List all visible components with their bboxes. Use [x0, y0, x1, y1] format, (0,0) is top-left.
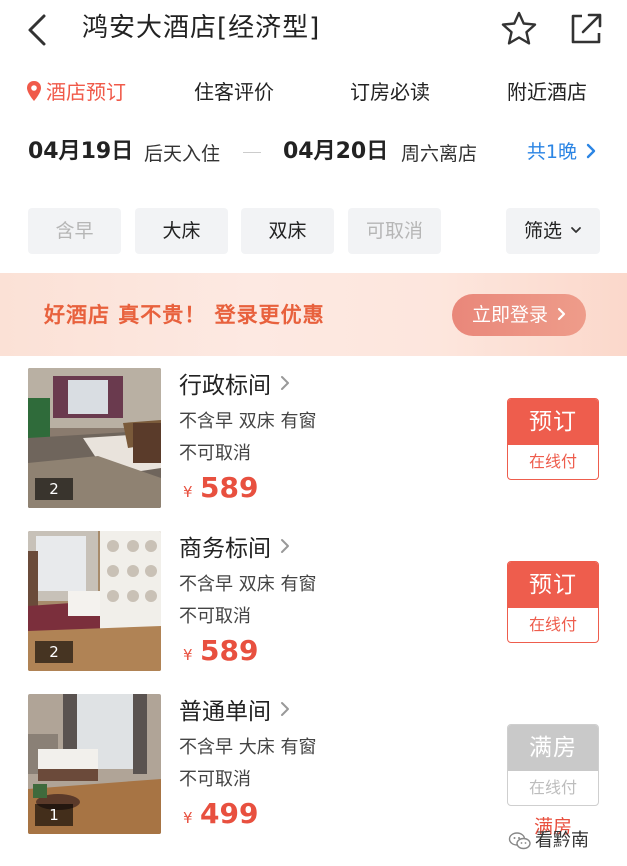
location-pin-icon [27, 81, 41, 101]
room-cancel-policy: 不可取消 [179, 443, 251, 464]
hotel-title: 鸿安大酒店[经济型] [82, 13, 321, 43]
checkin-label: 后天入住 [144, 143, 221, 165]
chip-king-bed[interactable]: 大床 [135, 208, 228, 254]
pay-online-label: 在线付 [528, 778, 577, 797]
chip-breakfast[interactable]: 含早 [28, 208, 121, 254]
book-button[interactable]: 预订 在线付 [507, 561, 599, 643]
room-price: 499 [200, 797, 259, 830]
checkout-date: 04月20日 [283, 139, 389, 164]
room-photo[interactable]: 1 [28, 694, 161, 834]
checkout-label: 周六离店 [401, 143, 478, 165]
room-name-label: 行政标间 [179, 373, 271, 399]
room-name[interactable]: 行政标间 [179, 368, 290, 404]
room-features: 不含早 大床 有窗 [179, 737, 317, 758]
chevron-right-icon [586, 143, 596, 159]
room-card[interactable]: 1 普通单间 不含早 大床 有窗 不可取消 ¥ 499 满房 在线付 满房 [0, 694, 627, 838]
tab-label: 酒店预订 [46, 80, 126, 104]
pay-online-label: 在线付 [528, 452, 577, 471]
room-name[interactable]: 普通单间 [179, 694, 290, 730]
wechat-logo-icon [508, 832, 531, 850]
room-name-label: 普通单间 [179, 699, 271, 725]
star-favorite-icon[interactable] [500, 10, 538, 48]
login-promo-banner: 好酒店 真不贵！ 登录更优惠 立即登录 [0, 273, 627, 356]
tab-booking-notes[interactable]: 订房必读 [350, 72, 430, 112]
chip-cancellable[interactable]: 可取消 [348, 208, 441, 254]
photo-count-badge: 2 [35, 641, 73, 663]
room-features: 不含早 双床 有窗 [179, 574, 317, 595]
hotel-tabs: 酒店预订 住客评价 订房必读 附近酒店 [0, 72, 627, 112]
date-divider [243, 152, 261, 153]
chevron-right-icon [557, 307, 566, 321]
book-label: 预订 [508, 562, 598, 608]
nights-label: 共1晚 [526, 141, 577, 163]
date-selector[interactable]: 04月19日 后天入住 04月20日 周六离店 共1晚 [0, 130, 627, 174]
tab-nearby-hotels[interactable]: 附近酒店 [507, 72, 587, 112]
book-label: 预订 [508, 399, 598, 445]
currency-symbol: ¥ [183, 483, 193, 501]
chevron-right-icon [281, 702, 290, 716]
room-name[interactable]: 商务标间 [179, 531, 290, 567]
room-name-label: 商务标间 [179, 536, 271, 562]
top-nav-bar: 鸿安大酒店[经济型] [0, 0, 627, 62]
chevron-right-icon [281, 376, 290, 390]
tab-guest-reviews[interactable]: 住客评价 [194, 72, 274, 112]
filter-label: 筛选 [523, 220, 562, 242]
checkin-date: 04月19日 [28, 139, 134, 164]
chevron-down-icon [571, 227, 581, 233]
room-price: 589 [200, 634, 259, 667]
room-cancel-policy: 不可取消 [179, 769, 251, 790]
login-button[interactable]: 立即登录 [452, 294, 586, 336]
room-price: 589 [200, 471, 259, 504]
filter-chips: 含早 大床 双床 可取消 筛选 [0, 208, 627, 254]
room-photo[interactable]: 2 [28, 531, 161, 671]
room-photo[interactable]: 2 [28, 368, 161, 508]
watermark-text: 看黔南 [535, 830, 589, 851]
room-card[interactable]: 2 行政标间 不含早 双床 有窗 不可取消 ¥ 589 预订 在线付 [0, 368, 627, 510]
sold-out-label: 满房 [508, 725, 598, 771]
sold-out-button: 满房 在线付 [507, 724, 599, 806]
share-icon[interactable] [567, 10, 605, 48]
back-arrow-icon[interactable] [24, 12, 54, 48]
tab-hotel-booking[interactable]: 酒店预订 [26, 72, 126, 112]
pay-online-label: 在线付 [528, 615, 577, 634]
chip-twin-bed[interactable]: 双床 [241, 208, 334, 254]
room-features: 不含早 双床 有窗 [179, 411, 317, 432]
chevron-right-icon [281, 539, 290, 553]
photo-count-badge: 2 [35, 478, 73, 500]
nights-count[interactable]: 共1晚 [527, 130, 597, 174]
login-button-label: 立即登录 [471, 304, 548, 326]
filter-button[interactable]: 筛选 [506, 208, 600, 254]
book-button[interactable]: 预订 在线付 [507, 398, 599, 480]
photo-count-badge: 1 [35, 804, 73, 826]
room-card[interactable]: 2 商务标间 不含早 双床 有窗 不可取消 ¥ 589 预订 在线付 [0, 531, 627, 673]
currency-symbol: ¥ [183, 646, 193, 664]
room-cancel-policy: 不可取消 [179, 606, 251, 627]
promo-text: 好酒店 真不贵！ 登录更优惠 [44, 303, 325, 327]
currency-symbol: ¥ [183, 809, 193, 827]
